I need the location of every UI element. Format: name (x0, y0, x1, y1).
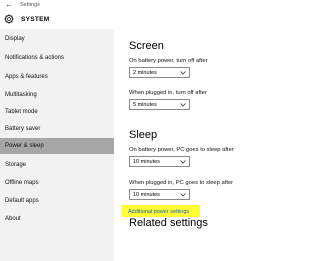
dropdown-value: 10 minutes (133, 192, 160, 198)
back-arrow-icon[interactable]: ← (5, 1, 13, 9)
main-content: Screen On battery power, turn off after … (114, 29, 300, 261)
dropdown-value: 10 minutes (133, 159, 160, 165)
related-settings-title: Related settings (129, 217, 208, 229)
sleep-plugged-dropdown[interactable]: 10 minutes (129, 189, 190, 200)
title-bar: ← Settings (0, 0, 300, 12)
page-title: SYSTEM (21, 16, 50, 23)
sidebar-item-apps-features[interactable]: Apps & features (0, 69, 114, 85)
additional-power-settings-link[interactable]: Additional power settings (128, 209, 189, 215)
chevron-down-icon (180, 160, 186, 164)
screen-battery-label: On battery power, turn off after (129, 58, 208, 64)
sidebar-item-display[interactable]: Display (0, 31, 114, 47)
chevron-down-icon (180, 193, 186, 197)
sidebar-item-notifications-actions[interactable]: Notifications & actions (0, 50, 114, 66)
screen-plugged-dropdown[interactable]: 5 minutes (129, 99, 190, 110)
chevron-down-icon (180, 71, 186, 75)
dropdown-value: 5 minutes (133, 102, 157, 108)
sidebar-item-about[interactable]: About (0, 211, 114, 227)
screen-section-title: Screen (129, 40, 164, 52)
sleep-section-title: Sleep (129, 129, 158, 141)
sidebar-item-storage[interactable]: Storage (0, 157, 114, 173)
sleep-battery-label: On battery power, PC goes to sleep after (129, 147, 234, 153)
sidebar-item-default-apps[interactable]: Default apps (0, 193, 114, 209)
screen-plugged-label: When plugged in, turn off after (129, 90, 207, 96)
screen-battery-dropdown[interactable]: 2 minutes (129, 67, 190, 78)
sidebar-item-tablet-mode[interactable]: Tablet mode (0, 104, 114, 120)
sleep-battery-dropdown[interactable]: 10 minutes (129, 156, 190, 167)
sidebar-item-power-sleep[interactable]: Power & sleep (0, 138, 114, 154)
window-title: Settings (20, 2, 40, 8)
sidebar-item-offline-maps[interactable]: Offline maps (0, 175, 114, 191)
chevron-down-icon (180, 103, 186, 107)
sidebar-item-battery-saver[interactable]: Battery saver (0, 121, 114, 137)
sidebar: Display Notifications & actions Apps & f… (0, 29, 114, 261)
dropdown-value: 2 minutes (133, 70, 157, 76)
sidebar-item-multitasking[interactable]: Multitasking (0, 87, 114, 103)
sleep-plugged-label: When plugged in, PC goes to sleep after (129, 180, 234, 186)
gear-icon (4, 14, 14, 24)
